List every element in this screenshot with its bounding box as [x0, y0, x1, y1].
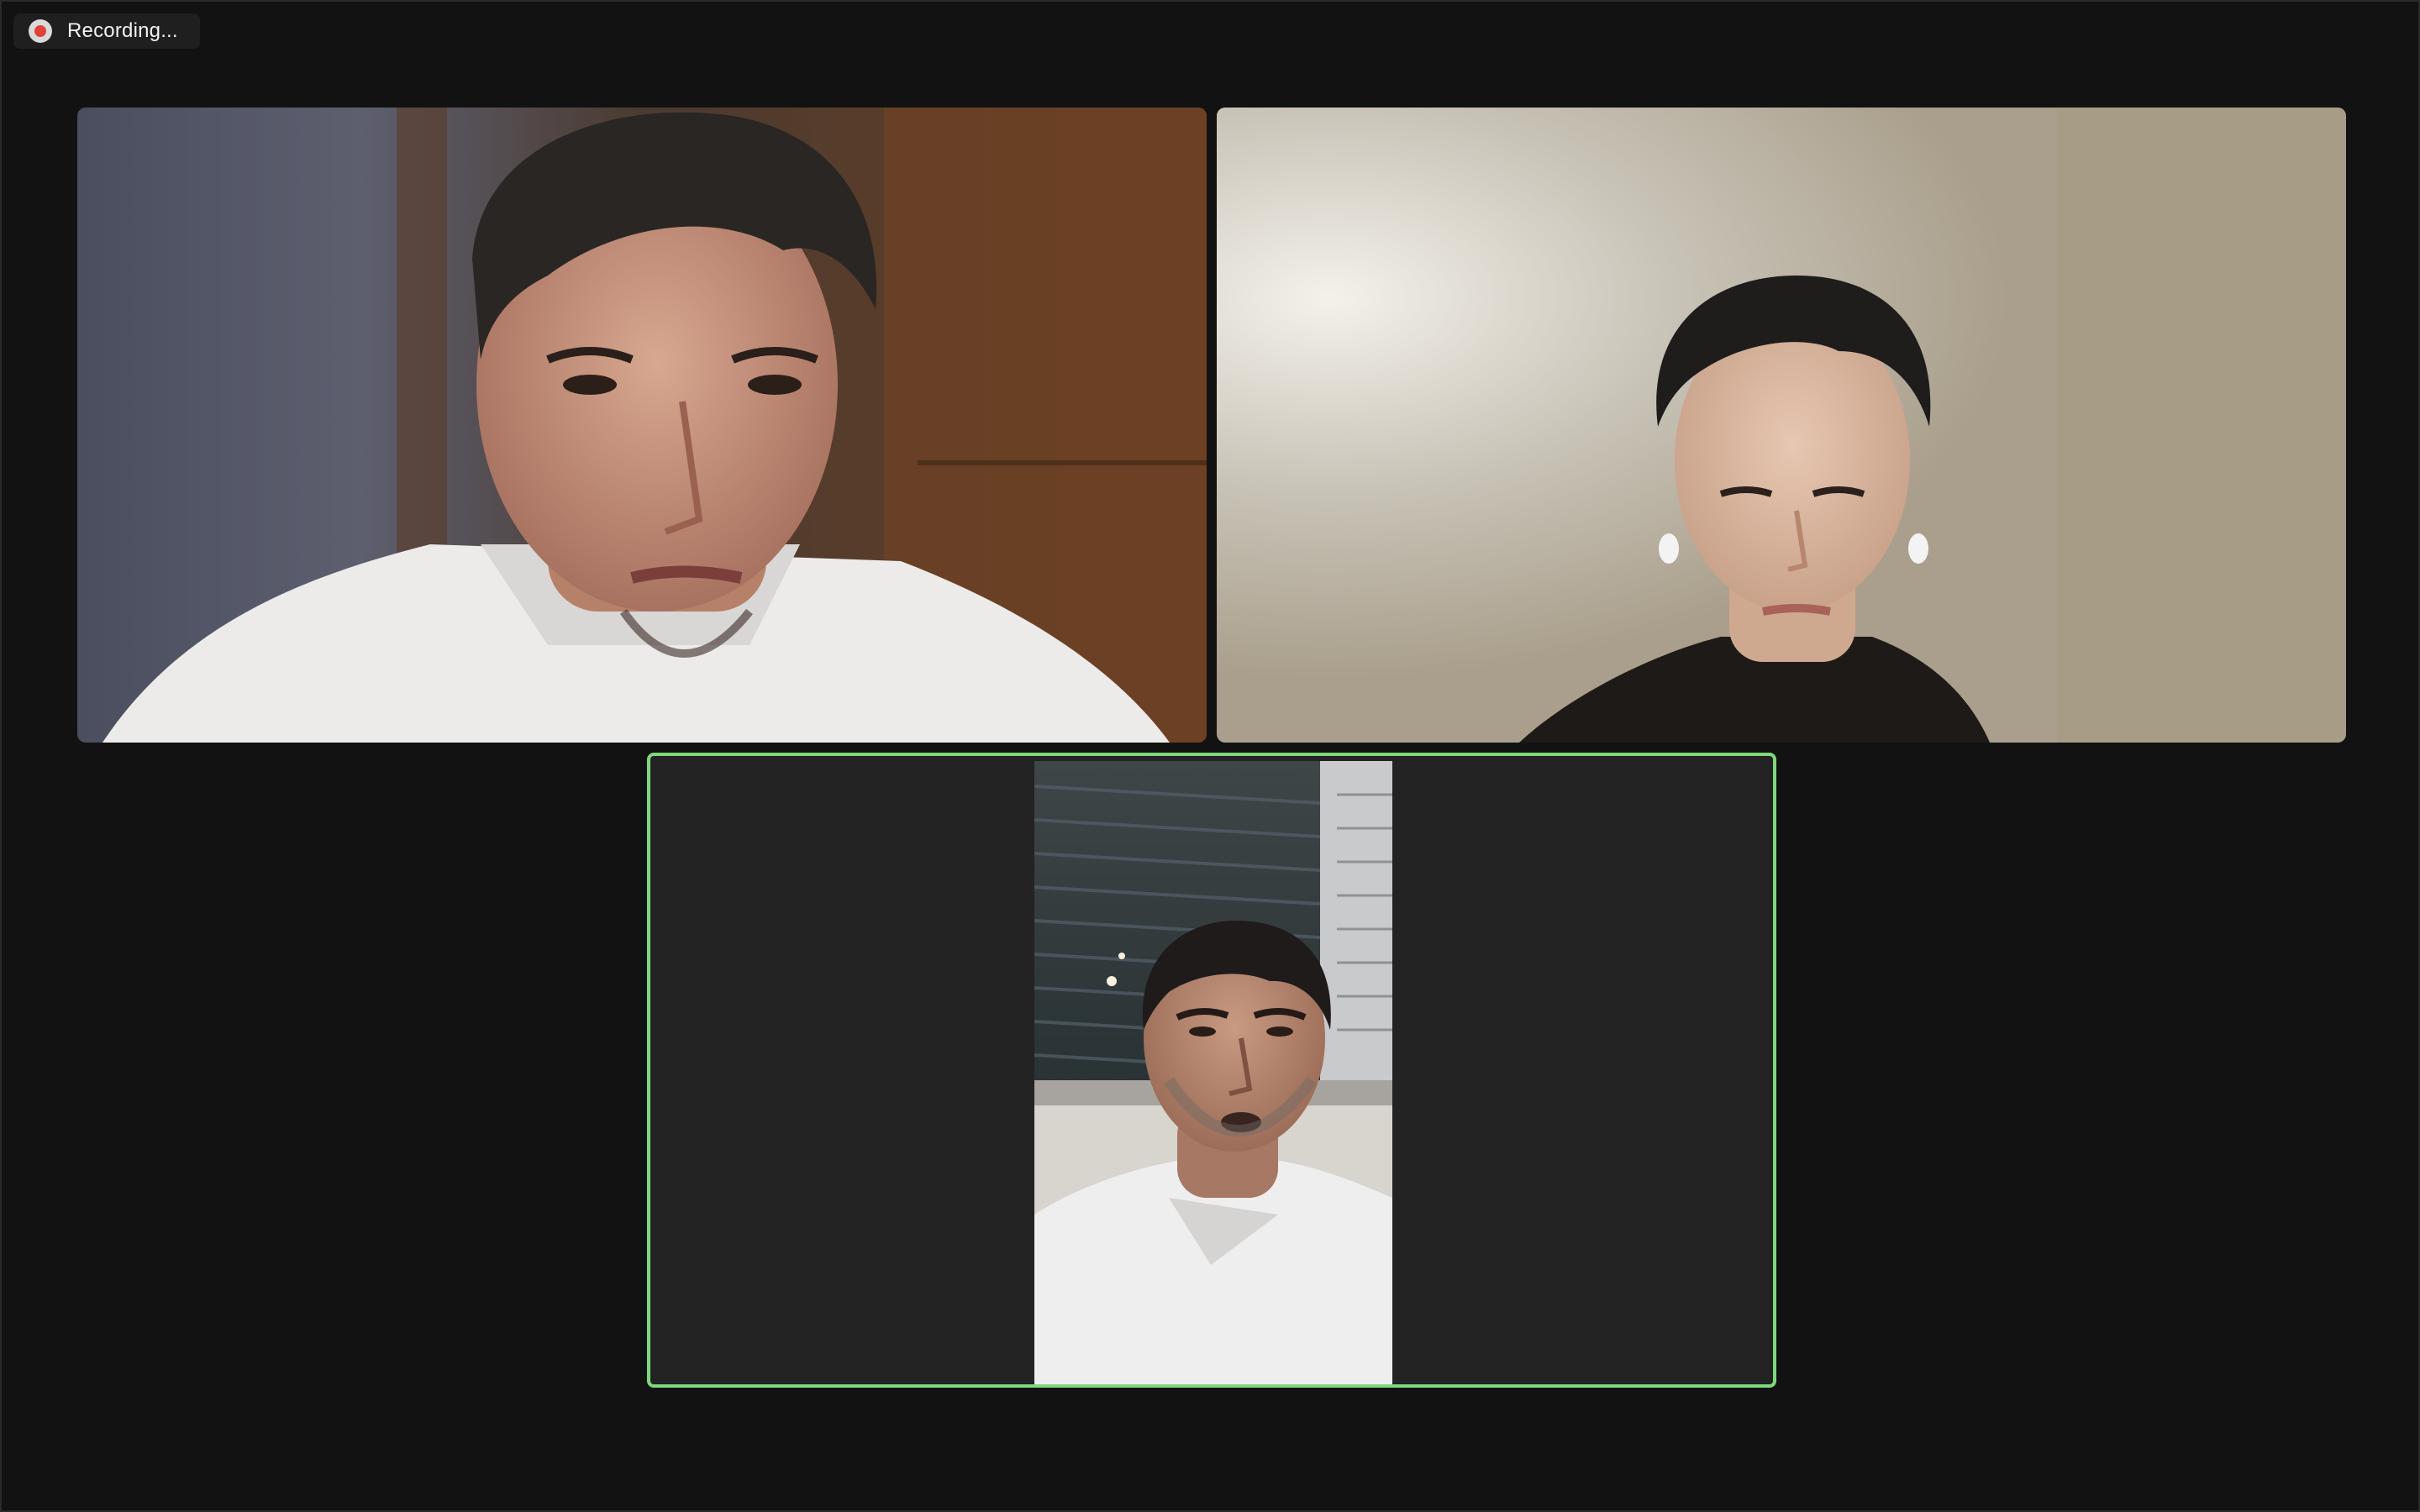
recording-indicator[interactable]: Recording...: [13, 13, 200, 49]
video-feed: [77, 108, 1207, 743]
video-feed: [1034, 761, 1392, 1384]
participant-video-1[interactable]: [77, 108, 1207, 743]
participant-video-2[interactable]: [1217, 108, 2346, 743]
meeting-window: Recording...: [0, 0, 2420, 1512]
recording-label: Recording...: [67, 19, 178, 42]
video-feed: [1217, 108, 2346, 743]
participant-video-3[interactable]: [647, 753, 1776, 1388]
record-icon: [29, 19, 52, 43]
